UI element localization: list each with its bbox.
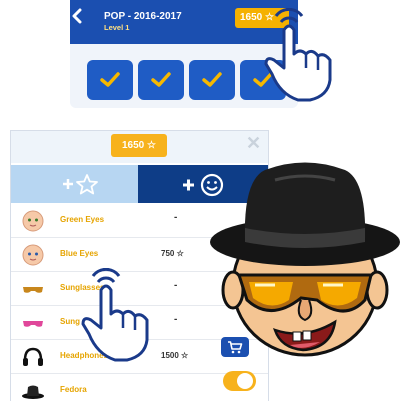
item-price-value: 750: [161, 249, 175, 258]
toggle-knob: [237, 373, 253, 389]
level-subtitle: Level 1: [104, 23, 130, 32]
star-icon: ☆: [176, 249, 184, 258]
plus-star-icon: [63, 174, 98, 195]
checkmark-icon: [100, 72, 120, 87]
level-tile[interactable]: [138, 60, 184, 100]
fedora-icon: [22, 385, 44, 399]
equip-toggle[interactable]: [223, 371, 256, 391]
level-title: POP - 2016-2017: [104, 11, 182, 22]
headphones-icon: [23, 347, 43, 366]
back-button[interactable]: [72, 8, 86, 28]
tab-stars[interactable]: [11, 165, 138, 203]
tap-hand-icon: [81, 268, 149, 362]
item-price-dash: -: [174, 212, 178, 223]
shop-score-badge: 1650 ☆: [111, 134, 167, 157]
sunglasses-icon: [23, 287, 43, 293]
item-name: Green Eyes: [60, 215, 105, 224]
checkmark-icon: [151, 72, 171, 87]
item-name: Blue Eyes: [60, 249, 99, 258]
star-icon: ☆: [181, 351, 189, 360]
item-price-dash: -: [174, 314, 178, 325]
baby-face-icon: [22, 210, 44, 232]
baby-face-icon: [22, 244, 44, 266]
checkmark-icon: [202, 72, 222, 87]
star-icon: ☆: [147, 140, 156, 151]
item-price: 750 ☆: [161, 249, 184, 258]
item-price-dash: -: [174, 280, 178, 291]
tap-hand-icon: [264, 8, 332, 102]
spy-mascot-illustration: [210, 162, 400, 357]
item-name: Fedora: [60, 385, 87, 394]
item-price: 1500 ☆: [161, 351, 188, 360]
level-tile[interactable]: [189, 60, 235, 100]
level-tile[interactable]: [87, 60, 133, 100]
pink-sunglasses-icon: [23, 321, 43, 327]
shop-score-value: 1650: [122, 140, 145, 151]
item-price-value: 1500: [161, 351, 179, 360]
chevron-left-icon: [72, 8, 82, 24]
